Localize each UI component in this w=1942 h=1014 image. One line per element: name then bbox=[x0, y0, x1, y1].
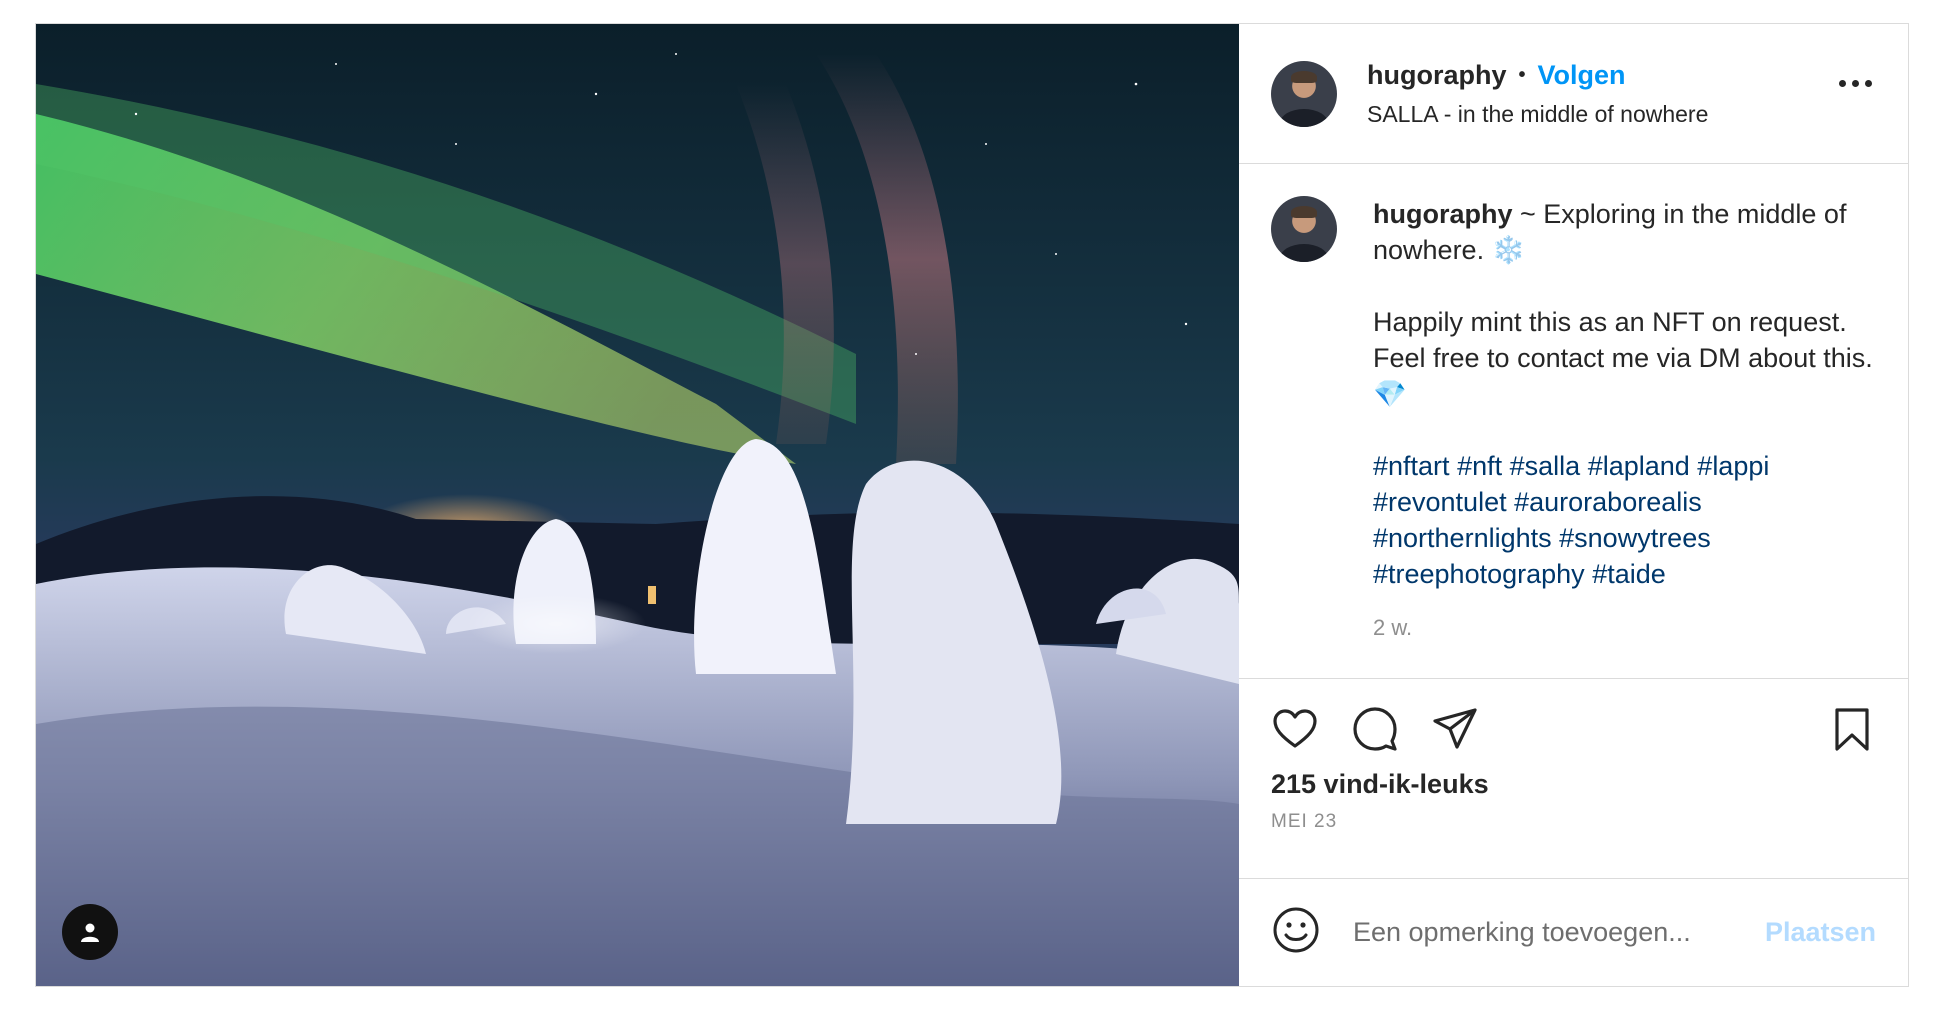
add-comment-bar: Plaatsen bbox=[1239, 879, 1908, 986]
heart-icon[interactable] bbox=[1271, 705, 1319, 758]
comments-section: hugoraphy ~ Exploring in the middle of n… bbox=[1239, 164, 1908, 679]
aurora-landscape-image bbox=[36, 24, 1239, 986]
more-options-icon[interactable] bbox=[1839, 80, 1872, 87]
post-comment-button[interactable]: Plaatsen bbox=[1765, 917, 1876, 948]
hashtag-link[interactable]: #salla bbox=[1510, 451, 1581, 481]
caption-item: hugoraphy ~ Exploring in the middle of n… bbox=[1271, 196, 1876, 646]
avatar[interactable] bbox=[1271, 60, 1337, 127]
smiley-icon[interactable] bbox=[1271, 905, 1321, 960]
post-sidebar: hugoraphy • Volgen SALLA - in the middle… bbox=[1239, 24, 1908, 986]
caption-username[interactable]: hugoraphy bbox=[1373, 199, 1513, 229]
header-username[interactable]: hugoraphy bbox=[1367, 60, 1507, 91]
bookmark-icon[interactable] bbox=[1828, 705, 1876, 758]
person-tag-icon[interactable] bbox=[62, 904, 118, 960]
comment-bubble-icon[interactable] bbox=[1351, 705, 1399, 758]
follow-button[interactable]: Volgen bbox=[1538, 60, 1626, 91]
caption-age[interactable]: 2 w. bbox=[1373, 610, 1873, 646]
hashtag-link[interactable]: #lappi bbox=[1697, 451, 1769, 481]
hashtag-link[interactable]: #revontulet bbox=[1373, 487, 1507, 517]
caption-paragraph2: Happily mint this as an NFT on request. … bbox=[1373, 307, 1873, 409]
caption-text: hugoraphy ~ Exploring in the middle of n… bbox=[1373, 196, 1873, 646]
comment-input[interactable] bbox=[1351, 916, 1765, 949]
post-card: hugoraphy • Volgen SALLA - in the middle… bbox=[35, 23, 1909, 987]
hashtag-link[interactable]: #northernlights bbox=[1373, 523, 1552, 553]
hashtag-list: #nftart #nft #salla #lapland #lappi #rev… bbox=[1373, 448, 1873, 592]
like-count[interactable]: 215 vind-ik-leuks bbox=[1271, 769, 1489, 800]
action-bar: 215 vind-ik-leuks MEI 23 bbox=[1239, 679, 1908, 879]
post-date[interactable]: MEI 23 bbox=[1271, 811, 1337, 833]
hashtag-link[interactable]: #nftart bbox=[1373, 451, 1450, 481]
post-header: hugoraphy • Volgen SALLA - in the middle… bbox=[1239, 24, 1908, 164]
hashtag-link[interactable]: #nft bbox=[1457, 451, 1502, 481]
location-link[interactable]: SALLA - in the middle of nowhere bbox=[1367, 101, 1708, 128]
paper-plane-icon[interactable] bbox=[1431, 705, 1479, 758]
hashtag-link[interactable]: #lapland bbox=[1588, 451, 1690, 481]
caption-avatar[interactable] bbox=[1271, 196, 1337, 262]
hashtag-link[interactable]: #auroraborealis bbox=[1514, 487, 1702, 517]
hashtag-link[interactable]: #snowytrees bbox=[1559, 523, 1711, 553]
post-photo[interactable] bbox=[36, 24, 1239, 986]
separator: • bbox=[1518, 63, 1526, 86]
hashtag-link[interactable]: #taide bbox=[1592, 559, 1666, 589]
hashtag-link[interactable]: #treephotography bbox=[1373, 559, 1585, 589]
